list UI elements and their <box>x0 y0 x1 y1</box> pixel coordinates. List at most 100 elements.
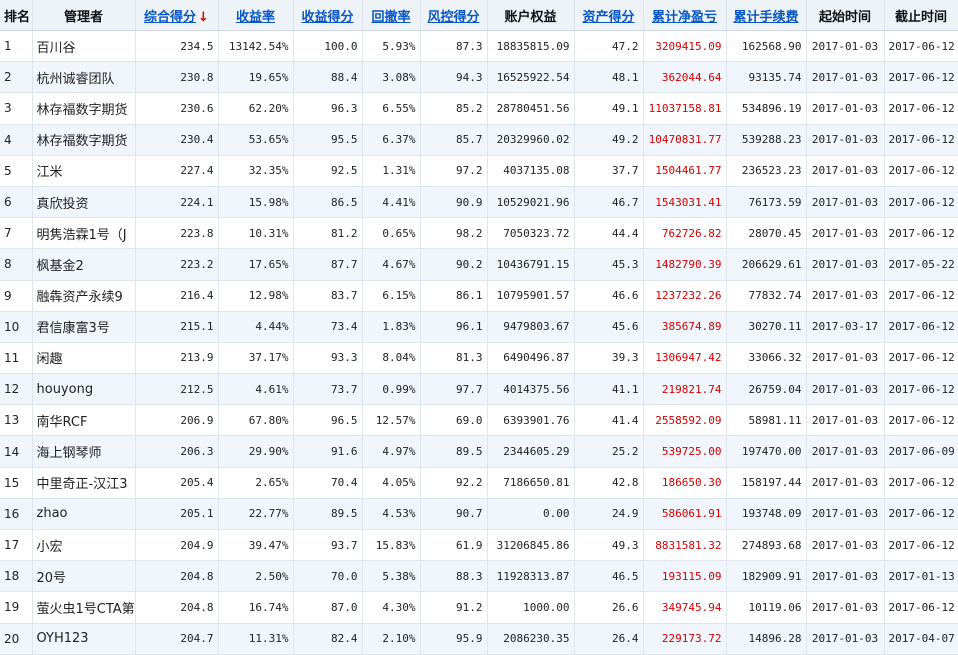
equity-cell: 11928313.87 <box>487 560 575 593</box>
asset-score-cell: 24.9 <box>574 498 644 531</box>
risk-score-cell: 90.7 <box>420 498 488 531</box>
manager-name-cell[interactable]: zhao <box>32 498 136 531</box>
return-rate-cell: 11.31% <box>218 623 294 655</box>
cum-fee-cell: 33066.32 <box>726 342 807 375</box>
asset-score-cell: 37.7 <box>574 155 644 187</box>
composite-score-cell: 212.5 <box>135 373 219 406</box>
manager-name-cell[interactable]: 杭州诚睿团队 <box>32 61 136 94</box>
equity-cell: 7050323.72 <box>487 217 575 250</box>
return-rate-cell: 13142.54% <box>218 30 294 63</box>
equity-cell: 6490496.87 <box>487 342 575 375</box>
col-header-drawdown[interactable]: 回撤率 <box>362 0 421 31</box>
manager-name-cell[interactable]: houyong <box>32 373 136 406</box>
rank-cell: 3 <box>0 92 33 125</box>
col-header-cum-pnl[interactable]: 累计净盈亏 <box>643 0 727 31</box>
risk-score-cell: 94.3 <box>420 61 488 94</box>
cum-pnl-cell: 1543031.41 <box>643 186 727 219</box>
risk-score-cell: 90.9 <box>420 186 488 219</box>
manager-name-cell[interactable]: 君信康富3号 <box>32 311 136 343</box>
return-score-cell: 93.7 <box>293 529 363 562</box>
return-rate-cell: 4.44% <box>218 311 294 343</box>
cum-fee-cell: 162568.90 <box>726 30 807 63</box>
col-header-return-rate[interactable]: 收益率 <box>218 0 294 31</box>
asset-score-cell: 26.6 <box>574 591 644 624</box>
return-rate-cell: 53.65% <box>218 124 294 156</box>
drawdown-cell: 15.83% <box>362 529 421 562</box>
equity-cell: 9479803.67 <box>487 311 575 343</box>
return-rate-cell: 16.74% <box>218 591 294 624</box>
drawdown-cell: 4.53% <box>362 498 421 531</box>
return-score-cell: 87.7 <box>293 248 363 281</box>
table-row: 18 20号 204.8 2.50% 70.0 5.38% 88.3 11928313.87 4… <box>0 560 958 593</box>
col-header-cum-fee[interactable]: 累计手续费 <box>726 0 807 31</box>
manager-name-cell[interactable]: 萤火虫1号CTA第 <box>32 591 136 624</box>
composite-score-cell: 223.8 <box>135 217 219 250</box>
table-row: 1 百川谷 234.5 13142.54% 100.0 5.93% 87.3 18835815… <box>0 30 958 63</box>
return-score-cell: 70.0 <box>293 560 363 593</box>
equity-cell: 28780451.56 <box>487 92 575 125</box>
end-date-cell: 2017-06-12 <box>884 92 958 125</box>
composite-score-cell: 204.7 <box>135 623 219 655</box>
start-date-cell: 2017-01-03 <box>806 560 885 593</box>
col-header-risk-score[interactable]: 风控得分 <box>420 0 488 31</box>
composite-score-cell: 224.1 <box>135 186 219 219</box>
manager-name-cell[interactable]: 枫基金2 <box>32 248 136 281</box>
manager-name-cell[interactable]: 林存福数字期货 <box>32 92 136 125</box>
col-header-start-date: 起始时间 <box>806 0 885 31</box>
return-rate-cell: 67.80% <box>218 404 294 437</box>
composite-score-cell: 216.4 <box>135 280 219 312</box>
col-header-return-score[interactable]: 收益得分 <box>293 0 363 31</box>
start-date-cell: 2017-01-03 <box>806 124 885 156</box>
equity-cell: 4037135.08 <box>487 155 575 187</box>
rank-cell: 1 <box>0 30 33 63</box>
return-rate-cell: 17.65% <box>218 248 294 281</box>
end-date-cell: 2017-06-12 <box>884 155 958 187</box>
drawdown-cell: 0.65% <box>362 217 421 250</box>
return-rate-cell: 12.98% <box>218 280 294 312</box>
table-row: 14 海上钢琴师 206.3 29.90% 91.6 4.97% 89.5 2344605.2… <box>0 435 958 468</box>
return-score-cell: 70.4 <box>293 467 363 499</box>
composite-score-cell: 223.2 <box>135 248 219 281</box>
col-header-composite-score[interactable]: 综合得分 ↓ <box>135 0 219 31</box>
manager-name-cell[interactable]: 南华RCF <box>32 404 136 437</box>
table-row: 15 中里奇正-汉江3 205.4 2.65% 70.4 4.05% 92.2 7186650… <box>0 467 958 499</box>
asset-score-cell: 42.8 <box>574 467 644 499</box>
cum-pnl-cell: 10470831.77 <box>643 124 727 156</box>
manager-name-cell[interactable]: 真欣投资 <box>32 186 136 219</box>
manager-name-cell[interactable]: 林存福数字期货 <box>32 124 136 156</box>
risk-score-cell: 85.2 <box>420 92 488 125</box>
manager-name-cell[interactable]: 明隽浩霖1号（J <box>32 217 136 250</box>
cum-fee-cell: 93135.74 <box>726 61 807 94</box>
col-header-equity: 账户权益 <box>487 0 575 31</box>
manager-name-cell[interactable]: 百川谷 <box>32 30 136 63</box>
manager-name-cell[interactable]: OYH123 <box>32 623 136 655</box>
manager-name-cell[interactable]: 中里奇正-汉江3 <box>32 467 136 499</box>
manager-name-cell[interactable]: 江米 <box>32 155 136 187</box>
risk-score-cell: 87.3 <box>420 30 488 63</box>
manager-name-cell[interactable]: 20号 <box>32 560 136 593</box>
col-header-asset-score[interactable]: 资产得分 <box>574 0 644 31</box>
composite-score-cell: 205.4 <box>135 467 219 499</box>
rank-cell: 14 <box>0 435 33 468</box>
manager-name-cell[interactable]: 闲趣 <box>32 342 136 375</box>
equity-cell: 16525922.54 <box>487 61 575 94</box>
manager-name-cell[interactable]: 小宏 <box>32 529 136 562</box>
cum-fee-cell: 274893.68 <box>726 529 807 562</box>
end-date-cell: 2017-06-12 <box>884 342 958 375</box>
risk-score-cell: 89.5 <box>420 435 488 468</box>
drawdown-cell: 6.37% <box>362 124 421 156</box>
manager-name-cell[interactable]: 海上钢琴师 <box>32 435 136 468</box>
end-date-cell: 2017-06-12 <box>884 591 958 624</box>
risk-score-cell: 61.9 <box>420 529 488 562</box>
return-rate-cell: 10.31% <box>218 217 294 250</box>
asset-score-cell: 49.3 <box>574 529 644 562</box>
table-row: 7 明隽浩霖1号（J 223.8 10.31% 81.2 0.65% 98.2 7050323… <box>0 217 958 250</box>
cum-fee-cell: 158197.44 <box>726 467 807 499</box>
drawdown-cell: 3.08% <box>362 61 421 94</box>
risk-score-cell: 97.7 <box>420 373 488 406</box>
table-row: 6 真欣投资 224.1 15.98% 86.5 4.41% 90.9 10529021.96… <box>0 186 958 219</box>
return-rate-cell: 62.20% <box>218 92 294 125</box>
drawdown-cell: 6.15% <box>362 280 421 312</box>
asset-score-cell: 48.1 <box>574 61 644 94</box>
manager-name-cell[interactable]: 融犇资产永续9 <box>32 280 136 312</box>
